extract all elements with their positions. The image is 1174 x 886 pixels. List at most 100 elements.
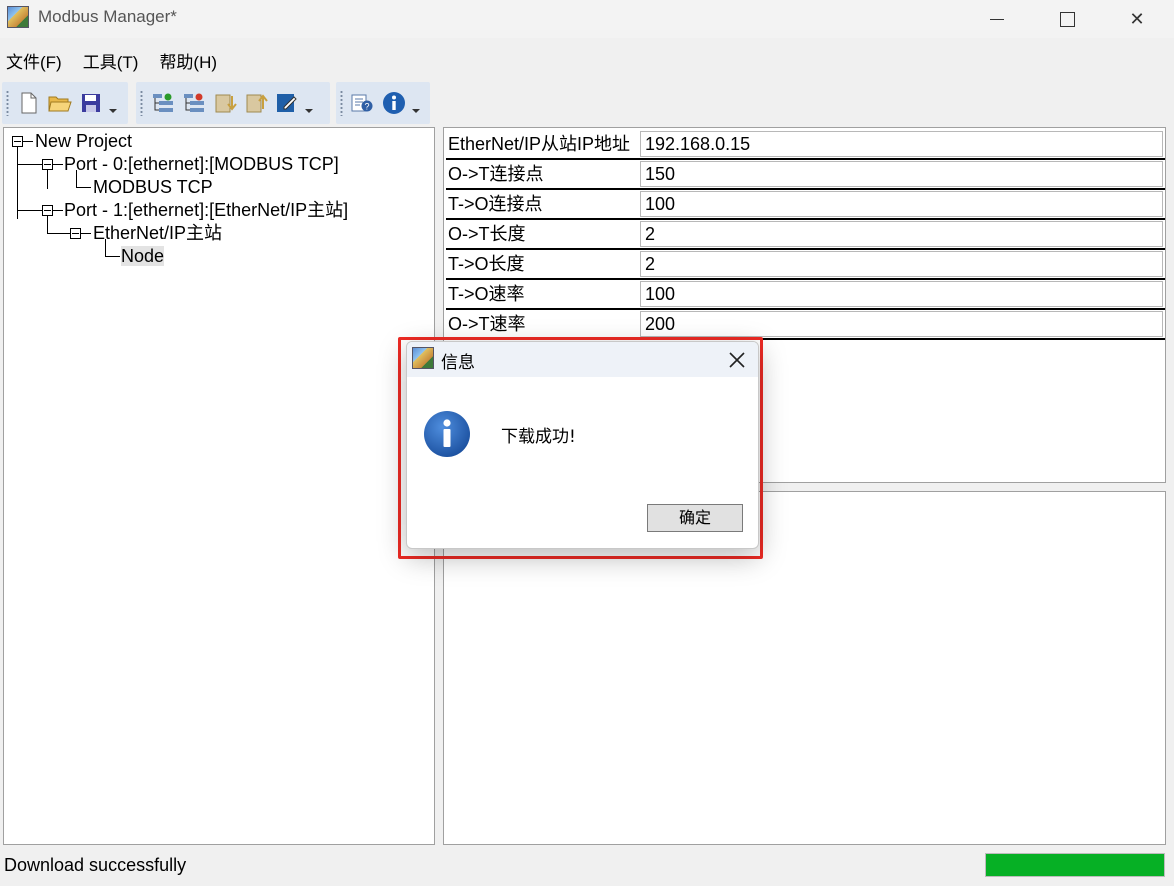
add-port-icon — [153, 93, 173, 112]
tree-node-root[interactable]: New Project — [35, 130, 132, 152]
save-icon — [82, 94, 100, 112]
dialog-close-button[interactable] — [716, 342, 758, 377]
tree-node-label: Port - 0:[ethernet]:[MODBUS TCP] — [64, 154, 339, 174]
menu-bar: 文件(F) 工具(T) 帮助(H) — [0, 44, 1174, 74]
collapse-toggle[interactable] — [42, 159, 53, 170]
upload-button[interactable] — [242, 89, 270, 117]
tree-connector — [105, 256, 120, 257]
tree-connector — [53, 164, 63, 165]
menu-tools[interactable]: 工具(T) — [77, 44, 150, 74]
app-icon — [7, 6, 29, 28]
toolbar-overflow-button[interactable] — [108, 89, 118, 117]
property-row: T->O速率 100 — [446, 280, 1165, 310]
property-label: EtherNet/IP从站IP地址 — [448, 134, 631, 154]
property-value-field[interactable]: 2 — [640, 221, 1163, 247]
info-dialog: 信息 下载成功! 确定 — [406, 341, 759, 549]
property-label: O->T连接点 — [448, 164, 544, 184]
tree-node-label: Port - 1:[ethernet]:[EtherNet/IP主站] — [64, 200, 349, 220]
add-port-button[interactable] — [149, 89, 177, 117]
toolbar-overflow-button[interactable] — [304, 89, 314, 117]
about-button[interactable] — [380, 89, 408, 117]
tree-connector — [18, 164, 42, 165]
property-value-field[interactable]: 100 — [640, 191, 1163, 217]
tree-connector — [76, 187, 91, 188]
title-bar: Modbus Manager* ✕ — [0, 0, 1174, 38]
new-file-button[interactable] — [15, 89, 43, 117]
toolbar-file — [2, 82, 128, 124]
toolbar-overflow-button[interactable] — [411, 89, 421, 117]
property-value-field[interactable]: 150 — [640, 161, 1163, 187]
save-button[interactable] — [77, 89, 105, 117]
ok-button[interactable]: 确定 — [647, 504, 743, 532]
edit-notepad-icon — [277, 94, 297, 112]
tree-connector — [17, 147, 18, 219]
property-value-field[interactable]: 200 — [640, 311, 1163, 337]
tree-connector — [76, 170, 77, 187]
status-text: Download successfully — [4, 855, 187, 875]
property-label: O->T速率 — [448, 314, 526, 334]
info-icon — [383, 92, 405, 114]
toolbar-grip[interactable] — [140, 90, 143, 116]
window-title: Modbus Manager* — [38, 7, 177, 26]
minimize-button[interactable] — [962, 0, 1032, 38]
new-file-icon — [21, 92, 37, 114]
tree-connector — [47, 233, 70, 234]
close-button[interactable]: ✕ — [1102, 0, 1172, 38]
menu-help[interactable]: 帮助(H) — [153, 44, 228, 74]
property-row: T->O长度 2 — [446, 250, 1165, 280]
status-bar: Download successfully — [0, 850, 1174, 886]
toolbar-help: ? — [336, 82, 430, 124]
property-row: EtherNet/IP从站IP地址 192.168.0.15 — [446, 130, 1165, 160]
svg-text:?: ? — [365, 102, 370, 112]
project-tree[interactable]: New Project Port - 0:[ethernet]:[MODBUS … — [3, 127, 435, 845]
tree-connector — [47, 216, 48, 233]
tree-node-label: New Project — [35, 131, 133, 151]
download-icon — [215, 94, 237, 113]
app-icon — [412, 347, 434, 369]
help-button[interactable]: ? — [349, 89, 377, 117]
open-folder-icon — [48, 96, 72, 112]
help-search-icon: ? — [351, 94, 373, 112]
toolbar-edit — [136, 82, 330, 124]
toolbar-grip[interactable] — [6, 90, 9, 116]
tree-connector — [23, 141, 33, 142]
tree-node-ethernetip-master[interactable]: EtherNet/IP主站 — [93, 222, 222, 244]
tree-connector — [53, 210, 63, 211]
dialog-title: 信息 — [441, 353, 475, 373]
property-row: T->O连接点 100 — [446, 190, 1165, 220]
property-value-field[interactable]: 100 — [640, 281, 1163, 307]
toolbar-grip[interactable] — [340, 90, 343, 116]
close-icon — [729, 351, 745, 368]
minimize-icon — [990, 18, 1004, 20]
progress-bar — [985, 853, 1165, 877]
property-value-field[interactable]: 2 — [640, 251, 1163, 277]
maximize-button[interactable] — [1032, 0, 1102, 38]
progress-fill — [986, 854, 1164, 876]
collapse-toggle[interactable] — [12, 136, 23, 147]
menu-file[interactable]: 文件(F) — [0, 44, 73, 74]
tree-node-modbus-tcp[interactable]: MODBUS TCP — [93, 176, 213, 198]
download-button[interactable] — [211, 89, 239, 117]
tree-node-label: EtherNet/IP主站 — [93, 223, 223, 243]
tree-connector — [81, 233, 91, 234]
dialog-message: 下载成功! — [501, 427, 576, 447]
property-label: T->O速率 — [448, 284, 525, 304]
collapse-toggle[interactable] — [42, 205, 53, 216]
open-button[interactable] — [46, 89, 74, 117]
tree-node-node[interactable]: Node — [121, 245, 165, 267]
collapse-toggle[interactable] — [70, 228, 81, 239]
close-icon: ✕ — [1129, 8, 1145, 30]
tree-connector — [105, 239, 106, 256]
property-value-field[interactable]: 192.168.0.15 — [640, 131, 1163, 157]
tree-node-port1[interactable]: Port - 1:[ethernet]:[EtherNet/IP主站] — [64, 199, 348, 221]
maximize-icon — [1059, 11, 1075, 27]
property-row: O->T长度 2 — [446, 220, 1165, 250]
tree-connector — [47, 170, 48, 189]
upload-icon — [246, 94, 268, 113]
dialog-title-bar[interactable]: 信息 — [407, 342, 758, 377]
property-label: O->T长度 — [448, 224, 526, 244]
tree-node-port0[interactable]: Port - 0:[ethernet]:[MODBUS TCP] — [64, 153, 339, 175]
remove-port-button[interactable] — [180, 89, 208, 117]
tree-connector — [18, 210, 42, 211]
edit-button[interactable] — [273, 89, 301, 117]
